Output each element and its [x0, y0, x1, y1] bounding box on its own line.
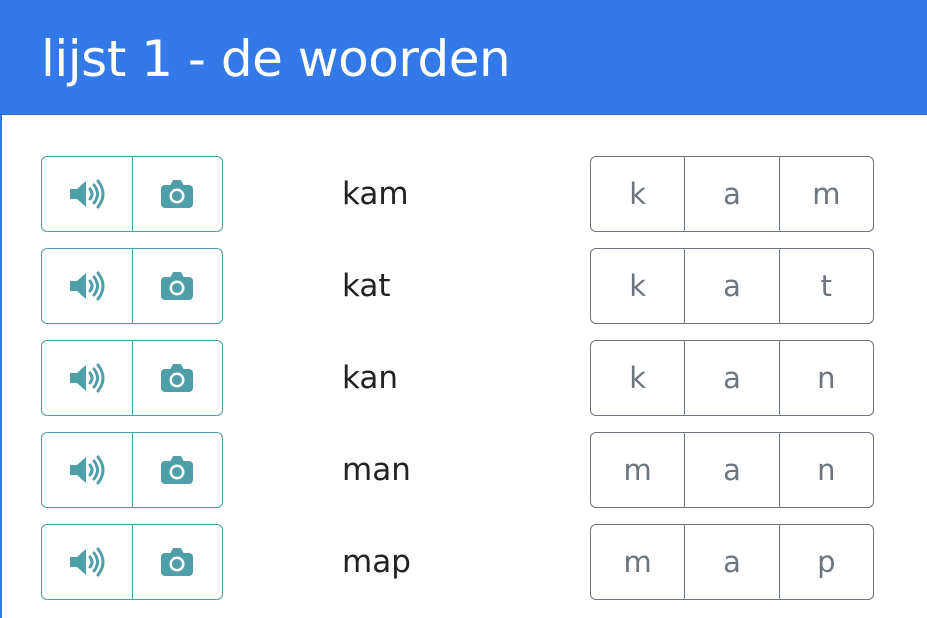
camera-icon: [160, 363, 194, 393]
media-button-group: [41, 524, 223, 600]
word-label: kat: [342, 268, 391, 304]
letter-button-group: kan: [590, 340, 874, 416]
play-sound-button[interactable]: [42, 525, 132, 599]
show-photo-button[interactable]: [131, 433, 223, 507]
letter-button[interactable]: m: [591, 433, 684, 507]
play-sound-button[interactable]: [42, 157, 132, 231]
letter-button[interactable]: k: [591, 249, 684, 323]
letter-button[interactable]: t: [778, 249, 873, 323]
word-label: kan: [342, 360, 399, 396]
letter-button[interactable]: k: [591, 157, 684, 231]
media-button-group: [41, 432, 223, 508]
speaker-icon: [68, 546, 106, 578]
letter-button[interactable]: n: [778, 341, 873, 415]
speaker-icon: [68, 270, 106, 302]
letter-button-group: kam: [590, 156, 874, 232]
letter-button[interactable]: a: [684, 157, 778, 231]
word-row: kan kan: [0, 340, 927, 416]
letter-button[interactable]: a: [684, 249, 778, 323]
word-row: map map: [0, 524, 927, 600]
letter-button[interactable]: m: [591, 525, 684, 599]
letter-button[interactable]: a: [684, 341, 778, 415]
letter-button-group: man: [590, 432, 874, 508]
play-sound-button[interactable]: [42, 341, 132, 415]
speaker-icon: [68, 178, 106, 210]
show-photo-button[interactable]: [131, 157, 223, 231]
word-label: kam: [342, 176, 409, 212]
letter-button[interactable]: a: [684, 525, 778, 599]
word-row: kat kat: [0, 248, 927, 324]
speaker-icon: [68, 454, 106, 486]
page-title: lijst 1 - de woorden: [41, 30, 511, 88]
letter-button[interactable]: k: [591, 341, 684, 415]
word-label: map: [342, 544, 411, 580]
letter-button[interactable]: p: [778, 525, 873, 599]
letter-button-group: map: [590, 524, 874, 600]
word-label: man: [342, 452, 411, 488]
play-sound-button[interactable]: [42, 433, 132, 507]
letter-button-group: kat: [590, 248, 874, 324]
show-photo-button[interactable]: [131, 249, 223, 323]
show-photo-button[interactable]: [131, 341, 223, 415]
camera-icon: [160, 547, 194, 577]
camera-icon: [160, 455, 194, 485]
letter-button[interactable]: n: [778, 433, 873, 507]
letter-button[interactable]: m: [778, 157, 873, 231]
page-header: lijst 1 - de woorden: [0, 0, 927, 115]
show-photo-button[interactable]: [131, 525, 223, 599]
letter-button[interactable]: a: [684, 433, 778, 507]
media-button-group: [41, 156, 223, 232]
speaker-icon: [68, 362, 106, 394]
play-sound-button[interactable]: [42, 249, 132, 323]
word-row: man man: [0, 432, 927, 508]
media-button-group: [41, 248, 223, 324]
word-row: kam kam: [0, 156, 927, 232]
media-button-group: [41, 340, 223, 416]
camera-icon: [160, 271, 194, 301]
camera-icon: [160, 179, 194, 209]
